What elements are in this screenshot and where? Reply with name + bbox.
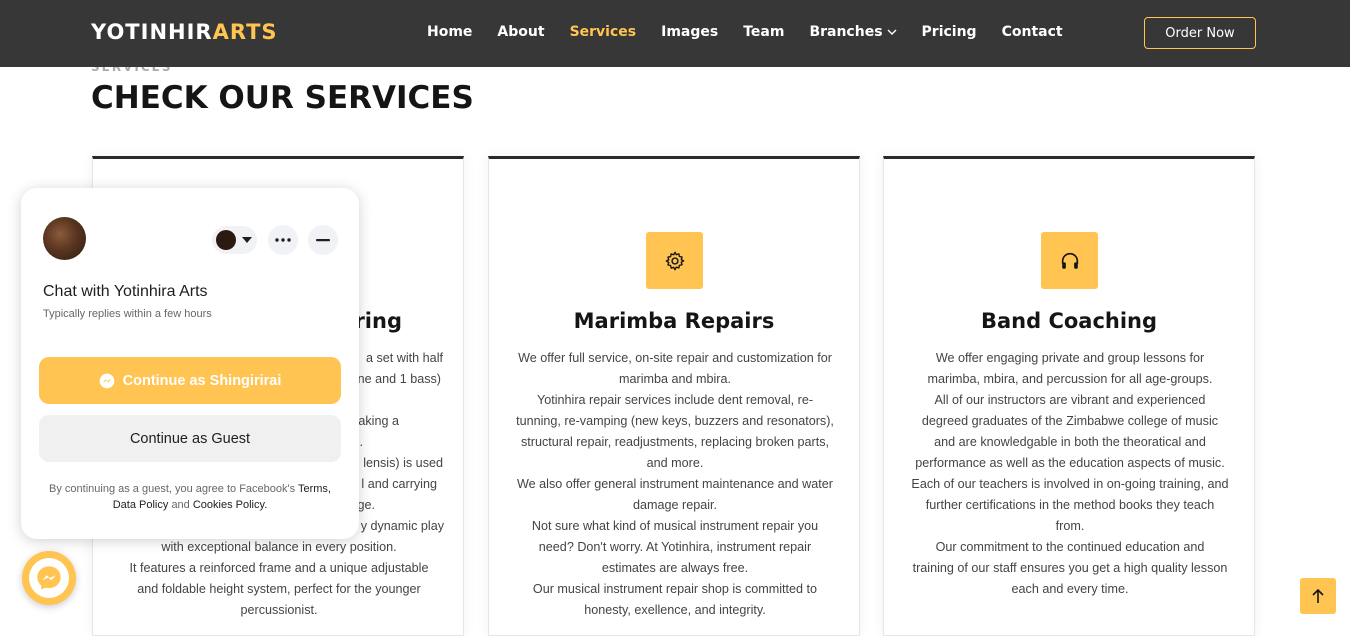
text-line: and are knowledgable in both the theorat… — [934, 435, 1206, 449]
continue-as-user-button[interactable]: Continue as Shingirirai — [39, 357, 341, 404]
gear-icon-svg — [665, 251, 684, 270]
text-line: performance as well as the education asp… — [915, 456, 1225, 470]
text-line: each and every time. — [1011, 582, 1129, 596]
minus-icon — [316, 238, 330, 241]
service-card-text: We offer full service, on-site repair an… — [503, 348, 847, 621]
nav-team[interactable]: Team — [743, 24, 784, 40]
messenger-icon — [99, 373, 114, 388]
chat-title: Chat with Yotinhira Arts — [43, 283, 208, 300]
text-line: further certifications in the method boo… — [925, 498, 1215, 512]
data-policy-link[interactable]: Data Policy — [113, 499, 169, 511]
nav-branches-label: Branches — [809, 24, 883, 40]
main-nav: Home About Services Images Team Branches… — [427, 24, 1088, 40]
text-line: percussionist. — [240, 603, 318, 617]
text-line: Not sure what kind of musical instrument… — [531, 519, 819, 533]
headphones-icon — [1041, 232, 1098, 289]
messenger-icon — [37, 566, 61, 590]
service-card-band-coaching: Band Coaching We offer engaging private … — [883, 156, 1255, 636]
text-line: Our musical instrument repair shop is co… — [532, 582, 818, 596]
arrow-up-icon — [1312, 588, 1324, 603]
account-switcher[interactable] — [212, 226, 257, 254]
messenger-launcher-button[interactable] — [22, 551, 76, 605]
text-line: Yotinhira repair services include dent r… — [536, 393, 814, 407]
page-avatar — [43, 217, 86, 260]
gear-icon — [646, 232, 703, 289]
service-card-marimba-repairs: Marimba Repairs We offer full service, o… — [488, 156, 860, 636]
text-line: We offer full service, on-site repair an… — [518, 351, 832, 365]
chevron-down-icon — [887, 29, 897, 35]
nav-about[interactable]: About — [497, 24, 544, 40]
minimize-button[interactable] — [308, 225, 338, 255]
service-card-title: Marimba Repairs — [573, 309, 775, 333]
continue-as-guest-button[interactable]: Continue as Guest — [39, 415, 341, 462]
back-to-top-button[interactable] — [1300, 578, 1336, 614]
legal-prefix: By continuing as a guest, you agree to F… — [49, 483, 296, 495]
text-line: degreed graduates of the Zimbabwe colleg… — [921, 414, 1219, 428]
logo-main: YOTINHIR — [91, 20, 213, 44]
text-line: and foldable height system, perfect for … — [137, 582, 421, 596]
text-line: We offer engaging private and group less… — [935, 351, 1205, 365]
text-line: and more. — [646, 456, 704, 470]
cookies-policy-link[interactable]: Cookies Policy — [193, 499, 264, 511]
logo-accent: ARTS — [212, 20, 278, 44]
caret-down-icon — [242, 237, 252, 243]
text-line: marimba, mbira, and percussion for all a… — [927, 372, 1213, 386]
comma: , — [327, 483, 331, 495]
text-line: tunning, re-vamping (new keys, buzzers a… — [516, 414, 834, 428]
text-line: It features a reinforced frame and a uni… — [129, 561, 429, 575]
period: . — [264, 499, 268, 511]
and-text: and — [171, 499, 190, 511]
section-title: CHECK OUR SERVICES — [91, 80, 474, 116]
text-line: with exceptional balance in every positi… — [161, 540, 397, 554]
text-line: from. — [1055, 519, 1085, 533]
nav-contact[interactable]: Contact — [1002, 24, 1063, 40]
text-line: marimba and mbira. — [619, 372, 731, 386]
text-line: honesty, exellence, and integrity. — [584, 603, 766, 617]
site-header: YOTINHIRARTS Home About Services Images … — [0, 0, 1350, 67]
service-card-title: Band Coaching — [980, 309, 1158, 333]
text-line: structural repair, readjustments, replac… — [521, 435, 829, 449]
text-line: estimates are always free. — [601, 561, 749, 575]
text-line: Each of our teachers is involved in on-g… — [911, 477, 1229, 491]
text-line: Our commitment to the continued educatio… — [935, 540, 1205, 554]
nav-images[interactable]: Images — [661, 24, 718, 40]
text-line: All of our instructors are vibrant and e… — [934, 393, 1206, 407]
headphones-icon-svg — [1061, 252, 1078, 269]
site-logo[interactable]: YOTINHIRARTS — [91, 20, 278, 44]
text-line: need? Don't worry. At Yotinhira, instrum… — [538, 540, 812, 554]
order-now-button[interactable]: Order Now — [1144, 17, 1256, 49]
nav-services[interactable]: Services — [570, 24, 637, 40]
service-card-text: We offer engaging private and group less… — [898, 348, 1242, 600]
text-line: We also offer general instrument mainten… — [517, 477, 833, 491]
nav-home[interactable]: Home — [427, 24, 472, 40]
continue-as-user-label: Continue as Shingirirai — [122, 372, 282, 389]
user-avatar — [216, 230, 236, 250]
chat-subtitle: Typically replies within a few hours — [43, 308, 212, 320]
terms-link[interactable]: Terms — [298, 483, 328, 495]
messenger-launcher-inner — [29, 558, 69, 598]
nav-pricing[interactable]: Pricing — [922, 24, 977, 40]
text-line: damage repair. — [632, 498, 717, 512]
text-line: training of our staff ensures you get a … — [912, 561, 1228, 575]
legal-notice: By continuing as a guest, you agree to F… — [39, 481, 341, 513]
nav-branches[interactable]: Branches — [809, 24, 897, 40]
more-options-button[interactable] — [268, 225, 298, 255]
messenger-chat-dialog: Chat with Yotinhira Arts Typically repli… — [21, 188, 359, 539]
ellipsis-icon — [275, 238, 291, 242]
